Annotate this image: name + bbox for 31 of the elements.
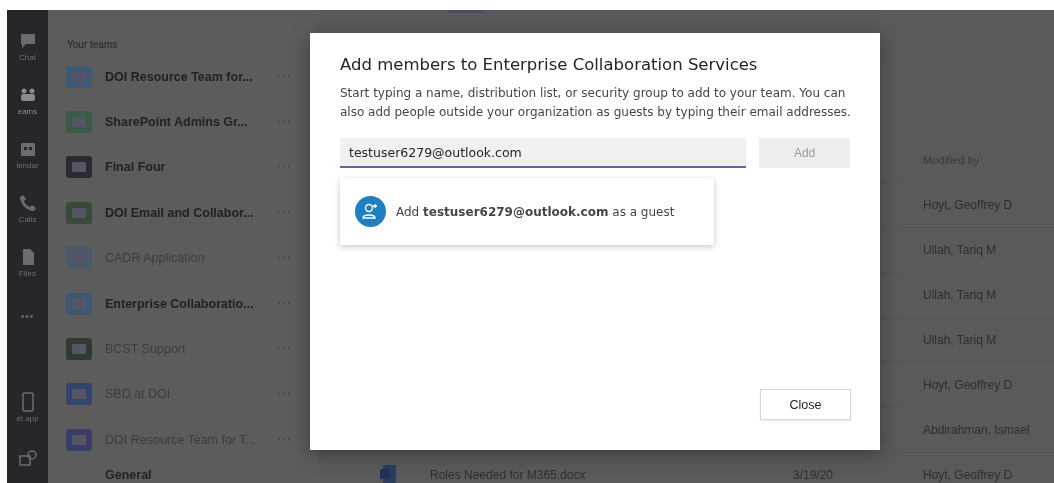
dialog-description: Start typing a name, distribution list, or security group to add to your team. You can also add people outside your organization as guests by typing their email addresses. [340, 85, 852, 121]
rail-button[interactable]: lendar [7, 132, 48, 176]
rail-button[interactable]: eams [7, 78, 48, 122]
more-options-button[interactable]: ··· [273, 296, 296, 311]
more-options-button[interactable]: ··· [273, 251, 296, 266]
input-field[interactable]: testuser6279@outlook.com [340, 138, 747, 168]
rail-button[interactable]: Files [7, 240, 48, 284]
team-name[interactable]: Final Four [105, 160, 273, 175]
close-button[interactable]: Close [760, 389, 851, 420]
more-options-button[interactable]: ··· [273, 160, 296, 175]
more-options-button[interactable]: ··· [273, 387, 296, 402]
team-name[interactable]: SharePoint Admins Gr... [105, 115, 273, 130]
rail-button[interactable]: et app [7, 385, 48, 429]
more-options-button[interactable]: ··· [273, 69, 296, 84]
apps-icon [17, 449, 38, 469]
team-name[interactable]: DOI Resource Team for... [105, 69, 273, 84]
more-options-button[interactable]: ··· [273, 115, 296, 130]
rail-button[interactable]: ••• [7, 294, 48, 338]
word-document-icon [380, 464, 396, 483]
more-options-button[interactable]: ··· [273, 432, 296, 447]
channel-name[interactable]: General [105, 467, 273, 482]
add-guest-icon [355, 196, 386, 227]
more-options-button[interactable]: ··· [273, 205, 296, 220]
tab-indicator [448, 10, 484, 13]
dialog-title: Add members to Enterprise Collaboration Services [340, 55, 759, 74]
more-options-button[interactable]: ··· [273, 342, 296, 357]
team-name[interactable]: Enterprise Collaboratio... [105, 296, 273, 311]
suggestion-item[interactable]: Add testuser6279@outlook.com as a guest [396, 204, 675, 219]
phone-icon [17, 192, 38, 213]
rail-button[interactable]: Chat [7, 24, 48, 68]
team-name[interactable]: DOI Email and Collabor... [105, 205, 273, 220]
